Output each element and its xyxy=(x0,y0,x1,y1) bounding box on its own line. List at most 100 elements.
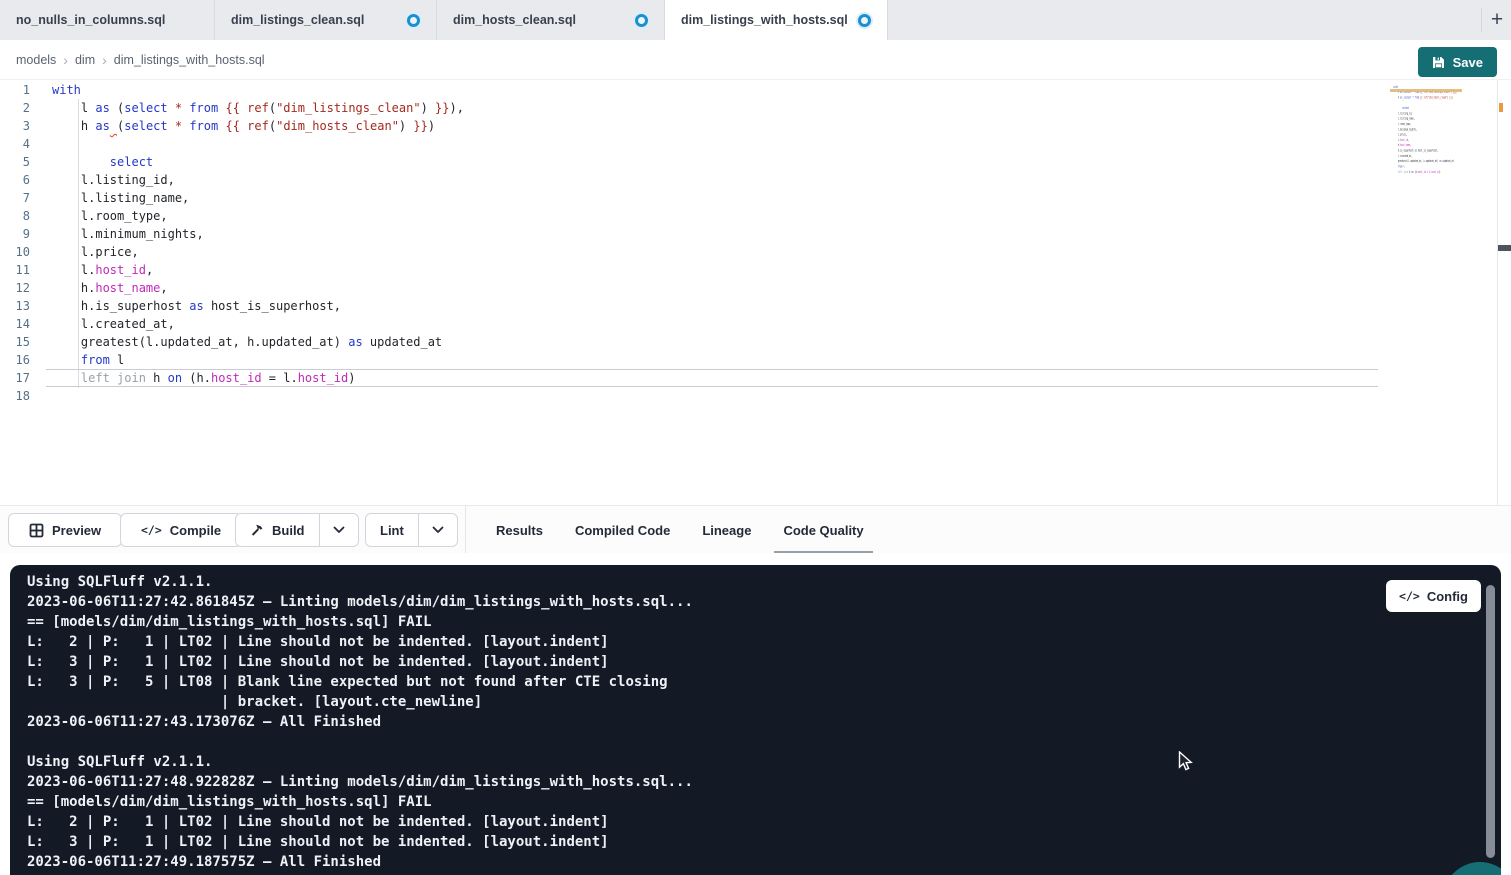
code-line-text: l.price, xyxy=(30,243,139,261)
tab-code-quality-label: Code Quality xyxy=(783,523,863,538)
minimap-content: with l as (select * from {{ ref("dim_lis… xyxy=(1390,84,1461,180)
code-line-text xyxy=(1390,101,1393,105)
editor-scrollbar-thumb[interactable] xyxy=(1498,245,1511,251)
lint-button[interactable]: Lint xyxy=(366,514,418,546)
code-line-text: l.listing_name, xyxy=(30,189,189,207)
config-button[interactable]: </> Config xyxy=(1386,580,1481,612)
minimap-line: h as (select * from {{ ref("dim_hosts_cl… xyxy=(1390,95,1461,100)
code-line-text: l as (select * from {{ ref("dim_listings… xyxy=(30,99,464,117)
code-line-text: select xyxy=(30,153,153,171)
unsaved-indicator-icon[interactable] xyxy=(407,14,420,27)
chevron-down-icon xyxy=(333,526,345,534)
code-line-text: left join h on (h.host_id = l.host_id) xyxy=(30,369,356,387)
minimap[interactable]: with l as (select * from {{ ref("dim_lis… xyxy=(1390,84,1462,202)
code-line-text: l.listing_id, xyxy=(1390,111,1412,115)
tab-lineage-label: Lineage xyxy=(702,523,751,538)
line-number: 7 xyxy=(0,189,30,207)
hammer-icon xyxy=(250,523,264,537)
code-line[interactable]: 15 greatest(l.updated_at, h.updated_at) … xyxy=(0,333,464,351)
build-button[interactable]: Build xyxy=(236,514,319,546)
line-number: 8 xyxy=(0,207,30,225)
code-line[interactable]: 5 select xyxy=(0,153,464,171)
breadcrumb-item[interactable]: models xyxy=(16,53,56,67)
code-line-text: l.minimum_nights, xyxy=(30,225,204,243)
lint-dropdown-button[interactable] xyxy=(418,514,457,546)
code-line[interactable]: 1with xyxy=(0,81,464,99)
terminal-scrollbar-thumb[interactable] xyxy=(1486,585,1495,858)
new-tab-button[interactable]: + xyxy=(1484,4,1510,36)
line-number: 15 xyxy=(0,333,30,351)
tab-dim-listings-with-hosts[interactable]: dim_listings_with_hosts.sql xyxy=(665,0,888,40)
code-line[interactable]: 17 left join h on (h.host_id = l.host_id… xyxy=(0,369,464,387)
breadcrumb-bar: models › dim › dim_listings_with_hosts.s… xyxy=(0,40,1511,80)
code-line-text: greatest(l.updated_at, h.updated_at) as … xyxy=(1390,159,1454,163)
code-line-text xyxy=(30,135,52,153)
line-number: 5 xyxy=(0,153,30,171)
line-number: 3 xyxy=(0,117,30,135)
code-line-text xyxy=(1390,175,1393,179)
code-line[interactable]: 8 l.room_type, xyxy=(0,207,464,225)
tab-compiled-code[interactable]: Compiled Code xyxy=(575,506,670,554)
terminal-area: Using SQLFluff v2.1.1. 2023-06-06T11:27:… xyxy=(0,553,1511,875)
code-line-text: h as (select * from {{ ref("dim_hosts_cl… xyxy=(1390,95,1453,99)
breadcrumb: models › dim › dim_listings_with_hosts.s… xyxy=(16,40,265,80)
line-number: 18 xyxy=(0,387,30,405)
toolbar-divider xyxy=(465,506,466,554)
line-number: 11 xyxy=(0,261,30,279)
minimap-highlight xyxy=(1390,89,1462,92)
tab-no-nulls-in-columns[interactable]: no_nulls_in_columns.sql xyxy=(0,0,215,40)
code-editor[interactable]: 1with2 l as (select * from {{ ref("dim_l… xyxy=(0,80,1511,505)
compile-button[interactable]: </> Compile xyxy=(120,513,242,547)
build-split-button: Build xyxy=(235,513,359,547)
code-line-text: from l xyxy=(1390,164,1405,168)
save-button-label: Save xyxy=(1453,55,1483,70)
tab-code-quality[interactable]: Code Quality xyxy=(783,506,863,554)
tab-bar: no_nulls_in_columns.sql dim_listings_cle… xyxy=(0,0,1511,40)
code-line[interactable]: 9 l.minimum_nights, xyxy=(0,225,464,243)
tab-dim-listings-clean[interactable]: dim_listings_clean.sql xyxy=(215,0,437,40)
unsaved-indicator-icon[interactable] xyxy=(635,14,648,27)
code-line-text: l.room_type, xyxy=(30,207,168,225)
editor-scrollbar-track xyxy=(1497,80,1498,505)
code-line[interactable]: 16 from l xyxy=(0,351,464,369)
save-button[interactable]: Save xyxy=(1418,47,1497,77)
tab-results[interactable]: Results xyxy=(496,506,543,554)
code-line[interactable]: 6 l.listing_id, xyxy=(0,171,464,189)
code-line[interactable]: 3 h as (select * from {{ ref("dim_hosts_… xyxy=(0,117,464,135)
code-line[interactable]: 10 l.price, xyxy=(0,243,464,261)
code-line[interactable]: 18 xyxy=(0,387,464,405)
unsaved-indicator-icon[interactable] xyxy=(858,14,871,27)
line-number: 12 xyxy=(0,279,30,297)
code-line[interactable]: 7 l.listing_name, xyxy=(0,189,464,207)
tab-compiled-code-label: Compiled Code xyxy=(575,523,670,538)
panel-tabs: Results Compiled Code Lineage Code Quali… xyxy=(496,506,864,554)
preview-button-label: Preview xyxy=(52,523,101,538)
code-line[interactable]: 13 h.is_superhost as host_is_superhost, xyxy=(0,297,464,315)
build-dropdown-button[interactable] xyxy=(319,514,358,546)
tab-results-label: Results xyxy=(496,523,543,538)
code-line-text: l.created_at, xyxy=(1390,154,1412,158)
line-number: 13 xyxy=(0,297,30,315)
code-line[interactable]: 11 l.host_id, xyxy=(0,261,464,279)
chevron-down-icon xyxy=(432,526,444,534)
lint-output-text: Using SQLFluff v2.1.1. 2023-06-06T11:27:… xyxy=(10,565,1501,872)
code-line-text: from l xyxy=(30,351,124,369)
tab-dim-hosts-clean[interactable]: dim_hosts_clean.sql xyxy=(437,0,665,40)
code-line[interactable]: 12 h.host_name, xyxy=(0,279,464,297)
code-line-text xyxy=(30,387,52,405)
code-line[interactable]: 14 l.created_at, xyxy=(0,315,464,333)
tab-lineage[interactable]: Lineage xyxy=(702,506,751,554)
code-line[interactable]: 4 xyxy=(0,135,464,153)
build-button-label: Build xyxy=(272,523,305,538)
line-number: 4 xyxy=(0,135,30,153)
code-line-text: h.is_superhost as host_is_superhost, xyxy=(1390,148,1438,152)
grid-icon xyxy=(29,523,44,538)
action-toolbar: Preview </> Compile Build Lint xyxy=(0,505,1511,553)
code-line-text: h.host_name, xyxy=(1390,143,1411,147)
code-line-text: greatest(l.updated_at, h.updated_at) as … xyxy=(30,333,442,351)
code-line[interactable]: 2 l as (select * from {{ ref("dim_listin… xyxy=(0,99,464,117)
code-line-text: l.price, xyxy=(1390,132,1407,136)
preview-button[interactable]: Preview xyxy=(8,513,122,547)
breadcrumb-item[interactable]: dim xyxy=(75,53,95,67)
line-number: 9 xyxy=(0,225,30,243)
